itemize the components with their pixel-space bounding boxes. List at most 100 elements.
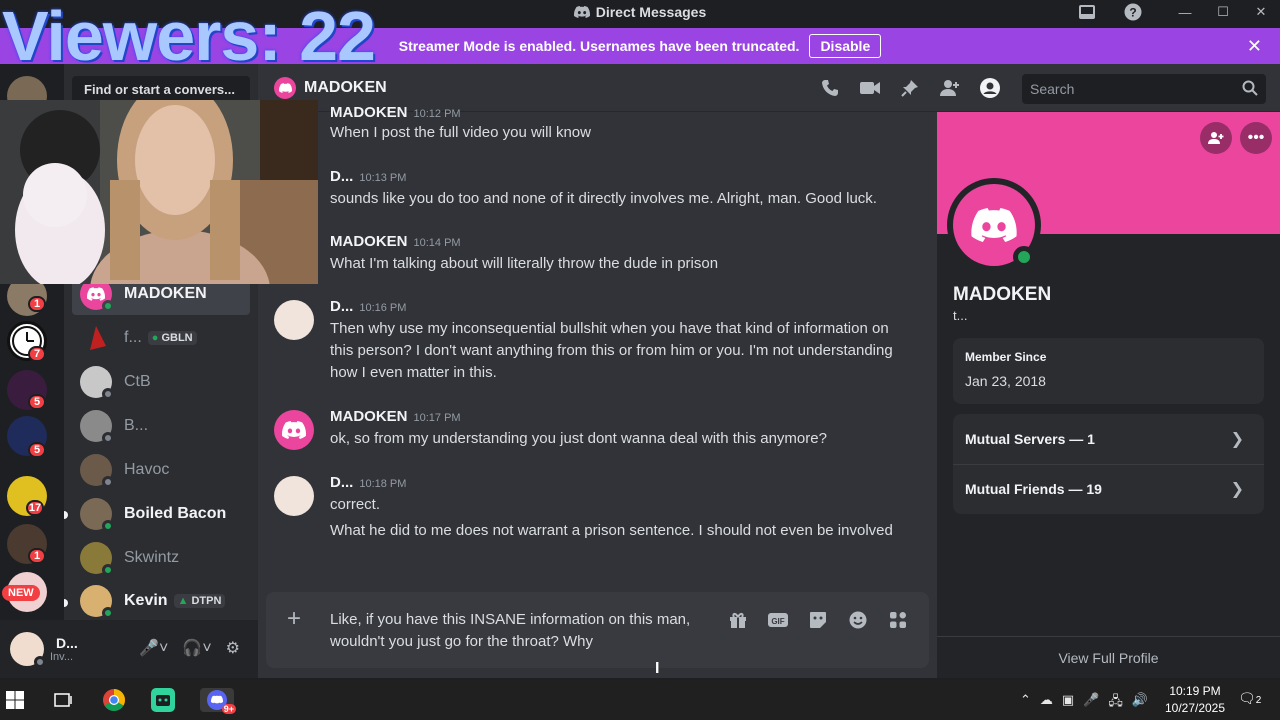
task-view-icon[interactable] [50, 688, 76, 712]
dm-name: Skwintz [124, 549, 180, 566]
profile-name: MADOKEN [953, 284, 1052, 305]
user-panel: D... Inv... 🎤˅ 🎧˅ ⚙ [0, 620, 258, 678]
discord-logo-icon [573, 6, 590, 18]
more-options-icon[interactable]: ••• [1240, 122, 1272, 154]
member-since-label: Member Since [965, 350, 1047, 364]
minimize-icon[interactable]: — [1166, 0, 1204, 24]
add-attachment-icon[interactable]: + [282, 607, 306, 632]
dm-item[interactable]: Boiled Bacon [72, 493, 250, 535]
avatar [80, 410, 114, 444]
message-author[interactable]: D... [330, 298, 353, 315]
server-badge: 1 [28, 548, 46, 564]
help-icon[interactable]: ? [1122, 2, 1144, 22]
onedrive-icon[interactable]: ☁ [1040, 692, 1053, 714]
gift-icon[interactable] [728, 610, 748, 630]
dm-item[interactable]: Kevin ▲ DTPN [72, 583, 250, 619]
maximize-icon[interactable]: ☐ [1204, 0, 1242, 24]
notifications-icon[interactable]: 🗨2 [1238, 690, 1261, 707]
message-text: Then why use my inconsequential bullshit… [330, 320, 893, 381]
system-tray: ⌃ ☁ ▣ 🎤 🖧 🔊 [1020, 692, 1148, 714]
message-text: sounds like you do too and none of it di… [330, 190, 877, 207]
server-badge: 7 [28, 346, 46, 362]
online-status-icon [102, 300, 114, 312]
discord-taskbar-icon[interactable]: 9+ [200, 688, 236, 714]
show-hidden-icons-icon[interactable]: ⌃ [1020, 692, 1031, 714]
message-input[interactable]: Like, if you have this INSANE informatio… [330, 609, 710, 653]
inbox-icon[interactable] [1076, 2, 1098, 22]
mutual-friends-row[interactable]: Mutual Friends — 19 ❯ [953, 464, 1264, 514]
video-call-icon[interactable] [860, 78, 880, 98]
mutuals-card: Mutual Servers — 1 ❯ Mutual Friends — 19… [953, 414, 1264, 514]
offline-status-icon [102, 388, 114, 400]
server-tag: ● GBLN [147, 331, 197, 345]
webcam-overlay [0, 100, 318, 284]
dm-item[interactable]: f... ● GBLN [72, 317, 250, 359]
banner-text: Streamer Mode is enabled. Usernames have… [398, 38, 800, 54]
text-cursor-icon: I [655, 660, 660, 677]
dm-item[interactable]: Skwintz [72, 537, 250, 579]
emoji-icon[interactable] [848, 610, 868, 630]
profile-avatar[interactable] [947, 178, 1041, 272]
avatar [80, 366, 114, 400]
author-avatar[interactable] [274, 300, 314, 340]
message-author[interactable]: D... [330, 474, 353, 491]
avatar [80, 542, 114, 576]
add-friends-to-dm-icon[interactable] [940, 78, 960, 98]
view-full-profile-button[interactable]: View Full Profile [937, 636, 1280, 678]
server-badge: 5 [28, 394, 46, 410]
message-author[interactable]: MADOKEN [330, 233, 408, 250]
notification-count: 2 [1255, 695, 1262, 706]
search-input[interactable]: Search [1022, 74, 1266, 104]
online-status-icon [102, 564, 114, 576]
clock-date: 10/27/2025 [1164, 701, 1226, 715]
message-author[interactable]: MADOKEN [330, 408, 408, 425]
disable-streamer-mode-button[interactable]: Disable [809, 34, 882, 58]
apps-icon[interactable] [888, 610, 908, 630]
message-timestamp: 10:14 PM [413, 237, 461, 249]
microphone-icon[interactable]: 🎤˅ [139, 638, 168, 658]
chevron-right-icon: ❯ [1230, 481, 1244, 498]
close-banner-icon[interactable]: ✕ [1247, 36, 1262, 57]
pinned-messages-icon[interactable] [900, 78, 920, 98]
voice-call-icon[interactable] [820, 78, 840, 98]
avatar [80, 585, 114, 619]
dm-item[interactable]: CtB [72, 361, 250, 403]
user-status: Inv... [50, 650, 74, 663]
author-avatar[interactable] [274, 476, 314, 516]
member-since-card: Member Since Jan 23, 2018 [953, 338, 1264, 404]
author-avatar[interactable] [274, 410, 314, 450]
message-timestamp: 10:12 PM [413, 108, 461, 120]
dm-item[interactable]: Havoc [72, 449, 250, 491]
microphone-tray-icon[interactable]: 🎤 [1083, 692, 1099, 714]
user-profile-icon[interactable] [980, 78, 1000, 98]
dm-item[interactable]: B... [72, 405, 250, 447]
system-clock[interactable]: 10:19 PM 10/27/2025 [1162, 683, 1228, 717]
gif-icon[interactable]: GIF [768, 610, 788, 630]
avatar [80, 322, 112, 354]
avatar [80, 498, 114, 532]
message-author[interactable]: D... [330, 168, 353, 185]
streaming-app-icon[interactable] [150, 688, 176, 712]
meet-now-icon[interactable]: ▣ [1062, 692, 1074, 714]
window-title: Direct Messages [595, 4, 707, 20]
message-timestamp: 10:16 PM [359, 302, 407, 314]
tag-icon: ▲ [177, 595, 189, 607]
avatar [80, 454, 114, 488]
network-icon[interactable]: 🖧 [1108, 692, 1123, 714]
sticker-icon[interactable] [808, 610, 828, 630]
invisible-status-icon [34, 656, 46, 668]
dm-name: Kevin [124, 592, 168, 609]
chrome-icon[interactable] [101, 688, 127, 712]
message-author[interactable]: MADOKEN [330, 104, 408, 121]
windows-taskbar: 9+ ⌃ ☁ ▣ 🎤 🖧 🔊 10:19 PM 10/27/2025 🗨2 [0, 680, 1280, 720]
headphones-icon[interactable]: 🎧˅ [182, 638, 211, 658]
windows-start-icon[interactable] [2, 688, 28, 712]
mutual-servers-row[interactable]: Mutual Servers — 1 ❯ [953, 414, 1264, 464]
add-friend-icon[interactable] [1200, 122, 1232, 154]
volume-icon[interactable]: 🔊 [1132, 692, 1148, 714]
settings-gear-icon[interactable]: ⚙ [226, 638, 240, 658]
user-avatar[interactable] [10, 632, 46, 668]
close-window-icon[interactable]: ✕ [1242, 0, 1280, 24]
message-composer[interactable]: + Like, if you have this INSANE informat… [266, 592, 929, 668]
new-unreads-pill[interactable]: NEW [2, 585, 40, 601]
